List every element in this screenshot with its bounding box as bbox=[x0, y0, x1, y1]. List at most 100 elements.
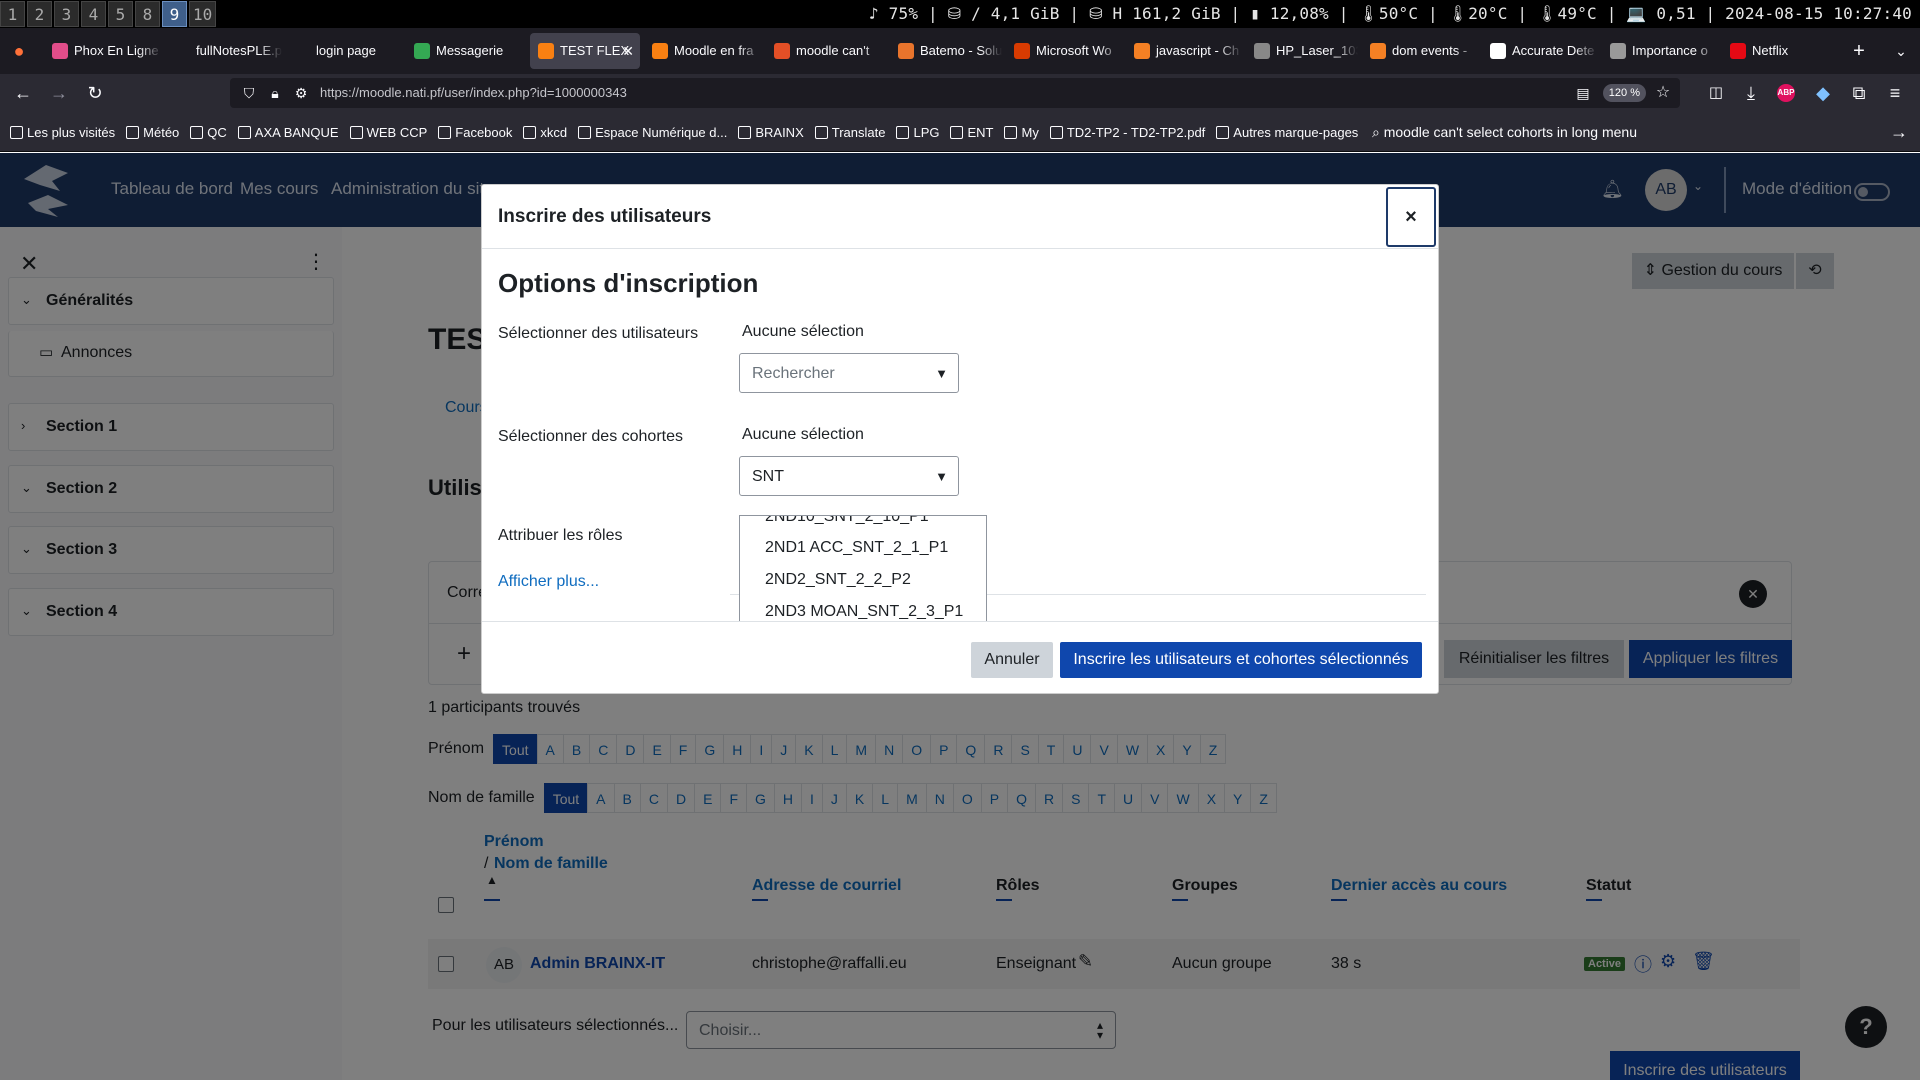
browser-tab[interactable]: Netflix bbox=[1722, 33, 1832, 69]
list-item[interactable]: 2ND3 MOAN_SNT_2_3_P1 bbox=[765, 603, 963, 621]
cohorts-search-value[interactable]: SNT bbox=[752, 468, 784, 486]
workspace-8[interactable]: 8 bbox=[135, 1, 160, 27]
reader-view-icon[interactable]: ▤ bbox=[1572, 82, 1594, 104]
bookmark-search[interactable]: ⌕ moodle can't select cohorts in long me… bbox=[1372, 112, 1637, 152]
bookmark-item[interactable]: Les plus visités bbox=[10, 125, 115, 140]
browser-tab[interactable]: Batemo - Solu bbox=[890, 33, 1002, 69]
workspace-9[interactable]: 9 bbox=[162, 1, 187, 27]
back-icon[interactable]: ← bbox=[12, 82, 34, 104]
new-tab-icon[interactable]: + bbox=[1848, 40, 1870, 62]
tab-label: Phox En Ligne bbox=[74, 43, 159, 58]
tab-label: Batemo - Solu bbox=[920, 43, 1002, 58]
bookmark-item[interactable]: Facebook bbox=[438, 125, 512, 140]
users-search-input[interactable]: Rechercher ▼ bbox=[739, 353, 959, 393]
browser-tab[interactable]: dom events - bbox=[1362, 33, 1478, 69]
firefox-menu-icon[interactable]: ● bbox=[8, 40, 30, 62]
browser-tab[interactable]: Moodle en fra bbox=[644, 33, 762, 69]
cohorts-search-input[interactable]: SNT ▼ bbox=[739, 456, 959, 496]
tab-label: fullNotesPLE.pdf bbox=[196, 43, 282, 58]
bookmark-item[interactable]: QC bbox=[190, 125, 227, 140]
tab-label: javascript - Ch bbox=[1156, 43, 1240, 58]
pocket-icon[interactable]: ◫ bbox=[1705, 82, 1727, 104]
users-search-placeholder: Rechercher bbox=[752, 365, 835, 382]
hamburger-menu-icon[interactable]: ≡ bbox=[1884, 82, 1906, 104]
folder-icon bbox=[190, 125, 204, 139]
url-text[interactable]: https://moodle.nati.pf/user/index.php?id… bbox=[320, 78, 627, 108]
bookmark-item[interactable]: Translate bbox=[814, 125, 885, 140]
lock-icon[interactable]: 🔒︎ bbox=[264, 82, 286, 104]
bookmark-item[interactable]: AXA BANQUE bbox=[237, 125, 339, 140]
workspace-4[interactable]: 4 bbox=[81, 1, 106, 27]
list-item[interactable]: 2ND2_SNT_2_2_P2 bbox=[765, 571, 911, 589]
enrol-selected-button[interactable]: Inscrire les utilisateurs et cohortes sé… bbox=[1060, 642, 1422, 678]
browser-tab[interactable]: Microsoft Wo bbox=[1006, 33, 1122, 69]
browser-tab[interactable]: javascript - Ch bbox=[1126, 33, 1242, 69]
tab-label: Netflix bbox=[1752, 43, 1789, 58]
bookmark-item[interactable]: WEB CCP bbox=[349, 125, 427, 140]
tab-label: Microsoft Wo bbox=[1036, 43, 1112, 58]
favicon-icon bbox=[1370, 43, 1386, 59]
browser-tab[interactable]: Messagerie bbox=[406, 33, 526, 69]
forward-icon[interactable]: → bbox=[48, 82, 70, 104]
list-item[interactable]: 2ND10_SNT_2_10_P1 bbox=[765, 516, 929, 526]
dropdown-arrow-icon[interactable]: ▼ bbox=[935, 366, 948, 381]
folder-icon bbox=[438, 125, 452, 139]
modal-footer: Annuler Inscrire les utilisateurs et coh… bbox=[482, 621, 1438, 693]
list-item[interactable]: 2ND1 ACC_SNT_2_1_P1 bbox=[765, 539, 948, 557]
close-tab-icon[interactable]: ✕ bbox=[622, 33, 634, 69]
reload-icon[interactable]: ↻ bbox=[84, 82, 106, 104]
folder-icon bbox=[523, 125, 537, 139]
workspace-5[interactable]: 5 bbox=[108, 1, 133, 27]
dropdown-arrow-icon[interactable]: ▼ bbox=[935, 469, 948, 484]
bookmark-item[interactable]: ENT bbox=[950, 125, 993, 140]
cohort-suggestions-list[interactable]: 2ND10_SNT_2_10_P1 2ND1 ACC_SNT_2_1_P1 2N… bbox=[739, 515, 987, 621]
bookmark-label: Facebook bbox=[455, 124, 513, 140]
bookmark-item[interactable]: My bbox=[1004, 125, 1039, 140]
browser-tab[interactable]: Accurate Dete bbox=[1482, 33, 1598, 69]
extension-icon[interactable]: ◆ bbox=[1812, 82, 1834, 104]
close-icon[interactable]: × bbox=[1386, 187, 1436, 247]
bookmark-item[interactable]: xkcd bbox=[523, 125, 567, 140]
system-status-bar: 1 2 3 4 5 8 9 10 ♪ 75% | ⛁ / 4,1 GiB | ⛁ H 161,… bbox=[0, 0, 1920, 28]
browser-tab[interactable]: Importance o bbox=[1602, 33, 1718, 69]
tab-list-chevron-icon[interactable]: ⌄ bbox=[1890, 40, 1912, 62]
zoom-level-badge[interactable]: 120 % bbox=[1602, 84, 1646, 102]
shield-icon[interactable]: ⛉ bbox=[238, 82, 260, 104]
folder-icon bbox=[896, 125, 910, 139]
extensions-puzzle-icon[interactable]: ⧉ bbox=[1848, 82, 1870, 104]
browser-tab[interactable]: fullNotesPLE.pdf bbox=[166, 33, 282, 69]
permissions-icon[interactable]: ⚙ bbox=[290, 82, 312, 104]
tab-label: Importance o bbox=[1632, 43, 1708, 58]
bookmarks-toolbar: Les plus visités Météo QC AXA BANQUE WEB CCP… bbox=[0, 112, 1920, 152]
browser-tab[interactable]: Phox En Ligne bbox=[44, 33, 162, 69]
modal-title: Inscrire des utilisateurs bbox=[498, 206, 712, 227]
workspace-3[interactable]: 3 bbox=[54, 1, 79, 27]
arrow-right-icon[interactable]: → bbox=[1890, 112, 1908, 152]
folder-icon bbox=[1004, 125, 1018, 139]
browser-tab[interactable]: moodle can't bbox=[766, 33, 886, 69]
address-bar[interactable]: ⛉ 🔒︎ ⚙ https://moodle.nati.pf/user/index… bbox=[230, 78, 1680, 108]
bookmark-item[interactable]: LPG bbox=[896, 125, 939, 140]
browser-tab[interactable]: TEST FLEX ✕ bbox=[530, 33, 640, 69]
favicon-icon bbox=[1610, 43, 1626, 59]
bookmark-search-text[interactable]: moodle can't select cohorts in long menu bbox=[1384, 124, 1637, 140]
folder-icon bbox=[10, 125, 23, 139]
bookmark-item[interactable]: Météo bbox=[126, 125, 179, 140]
bookmark-item[interactable]: Espace Numérique d... bbox=[578, 125, 727, 140]
workspace-switcher[interactable]: 1 2 3 4 5 8 9 10 bbox=[0, 1, 217, 27]
cancel-button[interactable]: Annuler bbox=[971, 642, 1053, 678]
bookmark-item[interactable]: BRAINX bbox=[738, 125, 804, 140]
workspace-1[interactable]: 1 bbox=[0, 1, 25, 27]
bookmark-item[interactable]: Autres marque-pages bbox=[1216, 125, 1358, 140]
workspace-10[interactable]: 10 bbox=[189, 1, 217, 27]
bookmark-item[interactable]: TD2-TP2 - TD2-TP2.pdf bbox=[1049, 125, 1205, 140]
workspace-2[interactable]: 2 bbox=[27, 1, 52, 27]
bookmark-label: Espace Numérique d... bbox=[595, 124, 728, 140]
modal-header: Inscrire des utilisateurs × bbox=[482, 185, 1438, 249]
browser-tab[interactable]: HP_Laser_103 bbox=[1246, 33, 1358, 69]
adblock-icon[interactable]: ABP bbox=[1777, 84, 1795, 102]
bookmark-star-icon[interactable]: ☆ bbox=[1652, 82, 1674, 104]
browser-tab[interactable]: login page bbox=[286, 33, 402, 69]
download-icon[interactable]: ⤓ bbox=[1740, 82, 1762, 104]
show-more-link[interactable]: Afficher plus... bbox=[498, 573, 599, 591]
